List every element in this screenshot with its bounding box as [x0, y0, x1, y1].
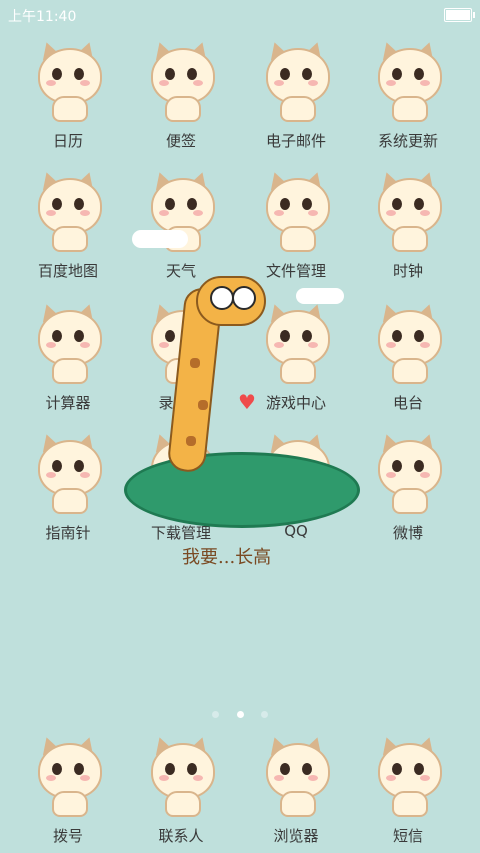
- compass-cat-icon: [32, 431, 104, 514]
- app-baidu-map[interactable]: 百度地图: [12, 166, 124, 288]
- grass-hill: [124, 452, 360, 528]
- battery-icon: [444, 8, 475, 22]
- calendar-cat-icon: [32, 39, 104, 122]
- app-calculator[interactable]: 计算器: [12, 298, 124, 420]
- dock: 拨号 联系人 浏览器 短信: [0, 731, 480, 853]
- page-dot[interactable]: [260, 711, 268, 718]
- app-label: 便签: [165, 132, 196, 150]
- heart-icon: ♥: [238, 390, 256, 414]
- app-label: 日历: [52, 132, 83, 150]
- page-indicator[interactable]: [0, 703, 480, 718]
- dock-app-contacts[interactable]: 联系人: [125, 731, 237, 853]
- app-label: 百度地图: [37, 262, 98, 280]
- app-label: 拨号: [52, 827, 83, 845]
- app-compass[interactable]: 指南针: [12, 428, 124, 550]
- app-label: 微博: [392, 524, 423, 542]
- system-update-cat-icon: [372, 39, 444, 122]
- dock-app-browser[interactable]: 浏览器: [240, 731, 352, 853]
- calculator-cat-icon: [32, 301, 104, 384]
- wallpaper-slogan: 我要...长高: [182, 547, 272, 568]
- clock-cat-icon: [372, 169, 444, 252]
- wallpaper-illustration: ♥ 我要...长高: [120, 230, 360, 568]
- cloud-icon: [132, 230, 188, 248]
- notes-cat-icon: [145, 39, 217, 122]
- app-email[interactable]: 电子邮件: [240, 36, 352, 158]
- file-manager-cat-icon: [260, 169, 332, 252]
- email-cat-icon: [260, 39, 332, 122]
- status-bar: 上午11:40: [0, 0, 480, 28]
- weibo-cat-icon: [372, 431, 444, 514]
- app-label: 计算器: [45, 394, 91, 412]
- app-notes[interactable]: 便签: [125, 36, 237, 158]
- giraffe-icon: [196, 276, 266, 326]
- page-dot[interactable]: [212, 711, 220, 718]
- app-label: 浏览器: [273, 827, 319, 845]
- cloud-icon: [296, 288, 344, 304]
- app-label: 联系人: [158, 827, 204, 845]
- app-calendar[interactable]: 日历: [12, 36, 124, 158]
- app-label: 电子邮件: [265, 132, 326, 150]
- app-label: 系统更新: [377, 132, 438, 150]
- giraffe-spot: [198, 400, 208, 410]
- baidu-map-cat-icon: [32, 169, 104, 252]
- messages-cat-icon: [372, 734, 444, 817]
- app-clock[interactable]: 时钟: [352, 166, 464, 288]
- dock-app-messages[interactable]: 短信: [352, 731, 464, 853]
- browser-cat-icon: [260, 734, 332, 817]
- dock-app-dialer[interactable]: 拨号: [12, 731, 124, 853]
- giraffe-spot: [190, 358, 200, 368]
- app-label: 短信: [392, 827, 423, 845]
- radio-cat-icon: [372, 301, 444, 384]
- dialer-cat-icon: [32, 734, 104, 817]
- contacts-cat-icon: [145, 734, 217, 817]
- giraffe-spot: [186, 436, 196, 446]
- app-label: 时钟: [392, 262, 423, 280]
- app-radio[interactable]: 电台: [352, 298, 464, 420]
- app-system-update[interactable]: 系统更新: [352, 36, 464, 158]
- app-label: 指南针: [45, 524, 91, 542]
- status-time: 上午11:40: [8, 9, 77, 25]
- app-label: 电台: [392, 394, 423, 412]
- app-weibo[interactable]: 微博: [352, 428, 464, 550]
- page-dot-active[interactable]: [236, 711, 244, 718]
